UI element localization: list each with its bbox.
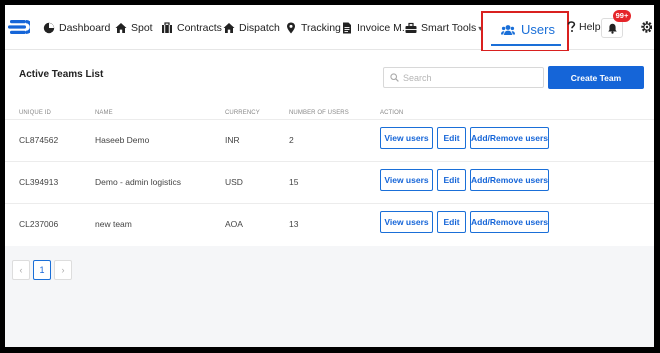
bell-icon [608, 23, 617, 34]
dispatch-icon [223, 23, 235, 33]
nav-label: Tracking [301, 22, 341, 34]
dashboard-icon [43, 22, 55, 34]
gear-icon[interactable] [640, 20, 652, 34]
cell-currency: INR [225, 135, 240, 145]
edit-button[interactable]: Edit [437, 211, 466, 233]
edit-button[interactable]: Edit [437, 169, 466, 191]
search-icon [390, 73, 399, 82]
help-label: Help [579, 21, 601, 33]
nav-dispatch[interactable]: Dispatch [223, 19, 280, 37]
nav-contracts[interactable]: Contracts [161, 19, 222, 37]
pagination-page-1[interactable]: 1 [33, 260, 51, 280]
pagination-prev-button[interactable]: ‹ [12, 260, 30, 280]
cell-unique-id: CL394913 [19, 177, 59, 187]
column-header-action: ACTION [380, 110, 404, 116]
edit-button[interactable]: Edit [437, 127, 466, 149]
view-users-button[interactable]: View users [380, 211, 433, 233]
active-tab-indicator [491, 44, 561, 46]
cell-name: Demo - admin logistics [95, 177, 181, 187]
nav-tracking[interactable]: Tracking [285, 19, 341, 37]
cell-number-of-users: 2 [289, 135, 294, 145]
add-remove-users-button[interactable]: Add/Remove users [470, 127, 549, 149]
app-logo[interactable] [8, 17, 30, 37]
view-users-button[interactable]: View users [380, 169, 433, 191]
nav-label: Dispatch [239, 22, 280, 34]
cell-number-of-users: 15 [289, 177, 299, 187]
nav-label: Contracts [177, 22, 222, 34]
search-input[interactable] [403, 72, 533, 83]
column-header-unique-id: UNIQUE ID [19, 110, 51, 116]
location-pin-icon [287, 22, 295, 34]
cell-unique-id: CL237006 [19, 219, 59, 229]
teams-card: Active Teams List Create Team UNIQUE ID … [5, 51, 654, 246]
nav-help[interactable]: Help [567, 21, 601, 33]
cell-number-of-users: 13 [289, 219, 299, 229]
page-title: Active Teams List [19, 69, 104, 80]
nav-label: Smart Tools [421, 22, 477, 34]
top-navbar: Dashboard Spot Contracts Dispatch Tracki… [5, 5, 654, 52]
create-team-button[interactable]: Create Team [548, 66, 644, 89]
home-icon [115, 23, 127, 33]
add-remove-users-button[interactable]: Add/Remove users [470, 169, 549, 191]
app-window: Dashboard Spot Contracts Dispatch Tracki… [0, 0, 660, 353]
nav-label: Users [521, 22, 555, 37]
nav-spot[interactable]: Spot [115, 19, 153, 37]
nav-label: Dashboard [59, 22, 111, 34]
column-header-name: NAME [95, 110, 113, 116]
table-row: CL874562 Haseeb Demo INR 2 View users Ed… [5, 119, 654, 161]
invoice-icon [343, 22, 351, 34]
notification-badge: 99+ [613, 10, 631, 22]
toolbox-icon [405, 22, 417, 33]
search-box[interactable] [383, 67, 544, 88]
users-icon [501, 24, 515, 35]
cell-currency: USD [225, 177, 243, 187]
question-mark-icon [567, 21, 576, 32]
nav-invoice[interactable]: Invoice M. [341, 19, 405, 37]
main-content: Active Teams List Create Team UNIQUE ID … [5, 51, 654, 347]
nav-label: Invoice M. [357, 22, 405, 34]
nav-smart-tools[interactable]: Smart Tools ▾ [405, 19, 482, 37]
column-header-number-of-users: NUMBER OF USERS [289, 110, 349, 116]
nav-dashboard[interactable]: Dashboard [43, 19, 110, 37]
cell-unique-id: CL874562 [19, 135, 59, 145]
pagination-next-button[interactable]: › [54, 260, 72, 280]
table-row: CL237006 new team AOA 13 View users Edit… [5, 203, 654, 245]
view-users-button[interactable]: View users [380, 127, 433, 149]
add-remove-users-button[interactable]: Add/Remove users [470, 211, 549, 233]
nav-label: Spot [131, 22, 153, 34]
cell-name: new team [95, 219, 132, 229]
table-row: CL394913 Demo - admin logistics USD 15 V… [5, 161, 654, 203]
column-header-currency: CURRENCY [225, 110, 260, 116]
cell-currency: AOA [225, 219, 243, 229]
contracts-icon [162, 22, 172, 33]
cell-name: Haseeb Demo [95, 135, 150, 145]
nav-users[interactable]: Users [501, 22, 555, 37]
